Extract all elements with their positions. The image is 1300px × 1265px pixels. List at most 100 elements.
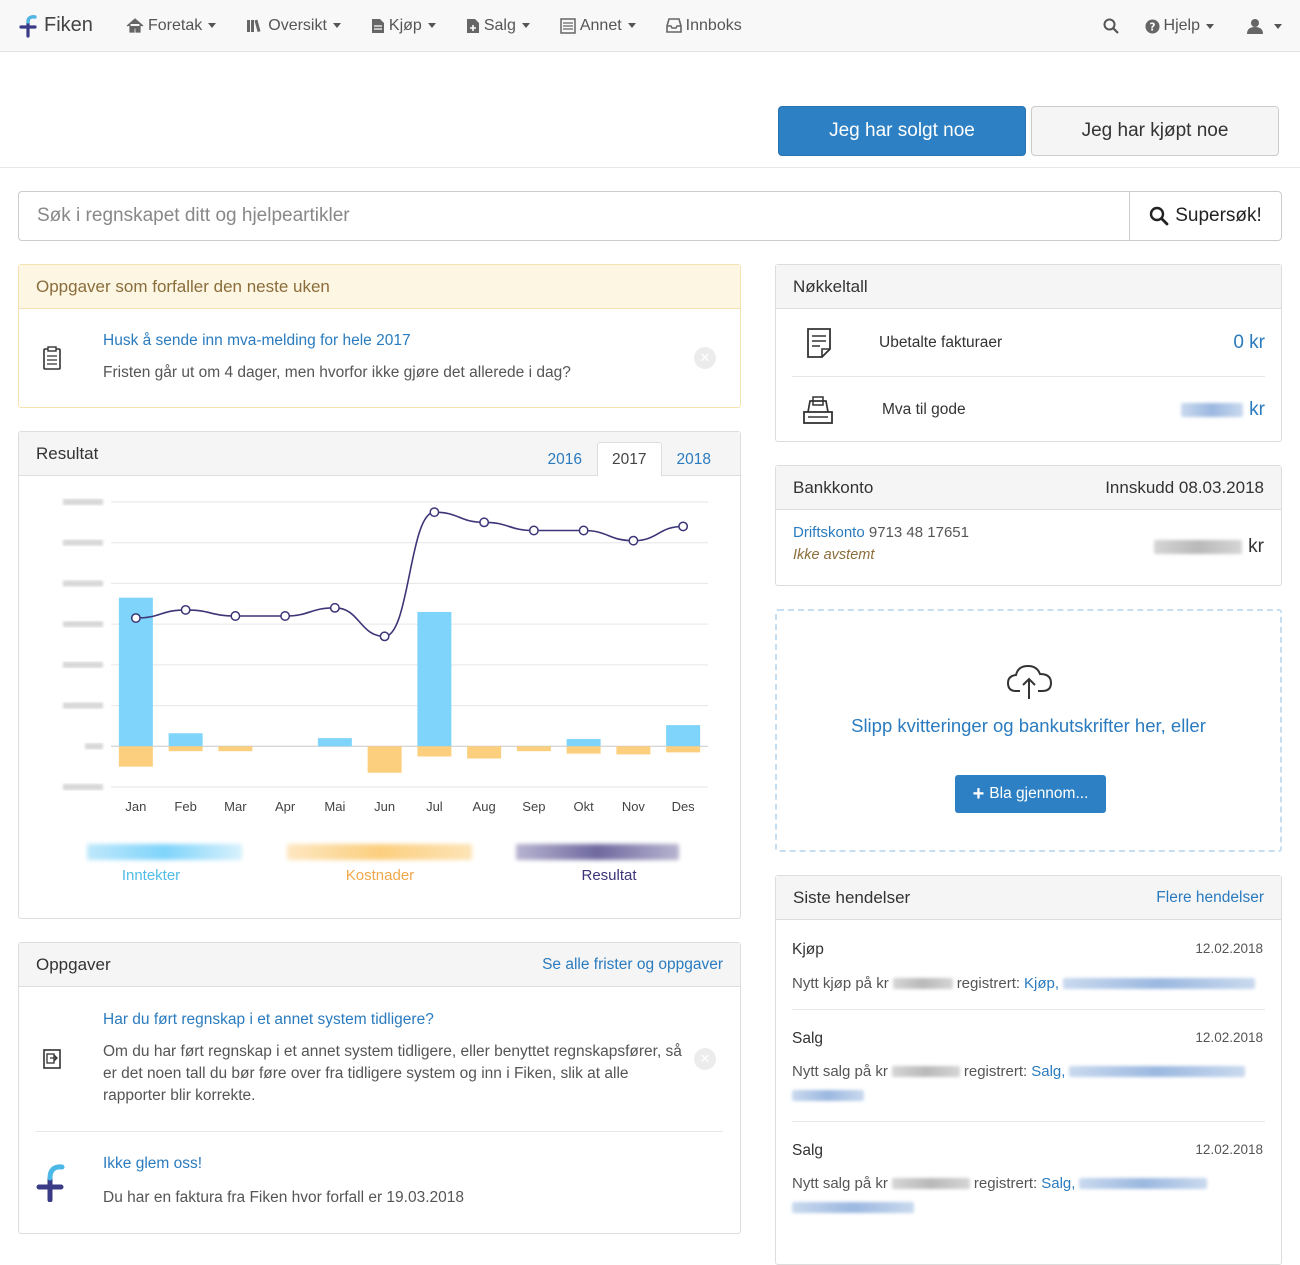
help-menu[interactable]: ? Hjelp [1145,17,1214,35]
result-line [135,511,684,638]
brand-logo[interactable]: Fiken [18,14,118,38]
redacted-amount [892,978,953,989]
x-tick-label: Okt [574,799,595,814]
event-type: Salg [792,1142,824,1159]
cost-bar [566,746,601,754]
plus-icon: + [972,783,985,805]
legend-result-label: Resultat [581,867,637,884]
x-tick-label: Feb [174,799,196,814]
cloud-upload-icon [1006,664,1053,699]
more-events-link[interactable]: Flere hendelser [1156,889,1264,907]
sold-something-button[interactable]: Jeg har solgt noe [778,106,1026,156]
result-point [379,631,390,642]
task-item: Har du ført regnskap i et annet system t… [36,987,723,1132]
vat-row: Mva til gode kr [792,376,1265,443]
home-icon [126,18,144,33]
event-type: Kjøp [792,941,824,958]
nav-label: Oversikt [268,16,327,34]
cost-bar [218,746,253,752]
search-input[interactable] [18,191,1129,241]
nav-kjop[interactable]: Kjøp [371,17,436,35]
y-tick-label [63,661,103,668]
caret-down-icon [332,23,341,28]
result-point [578,525,589,536]
caret-down-icon [427,23,436,28]
x-tick-label: Jun [374,799,395,814]
result-point [130,613,141,623]
receipt-dropzone[interactable]: Slipp kvitteringer og bankutskrifter her… [775,609,1282,852]
dismiss-icon[interactable]: ✕ [694,347,716,369]
books-icon [247,19,261,33]
question-circle-icon: ? [1145,18,1160,34]
tab-2016[interactable]: 2016 [533,442,597,476]
vat-value[interactable]: kr [1181,399,1265,421]
bought-something-button[interactable]: Jeg har kjøpt noe [1031,106,1279,156]
nav-right: ? Hjelp [1103,0,1282,52]
header-band: Jeg har solgt noe Jeg har kjøpt noe [0,52,1300,168]
cost-bar [516,746,551,752]
bank-deposit-label: Innskudd 08.03.2018 [1105,477,1264,497]
legend-result-swatch [516,844,679,860]
redacted-text [1079,1178,1208,1189]
resultat-title: Resultat [36,443,99,463]
result-point [280,611,291,621]
nav-oversikt[interactable]: Oversikt [246,17,341,35]
tab-2018[interactable]: 2018 [662,442,726,476]
unpaid-invoices-row: Ubetalte fakturaer 0 kr [792,309,1265,376]
x-tick-label: Nov [622,799,646,814]
redacted-text [1063,978,1256,989]
event-link[interactable]: Salg, [1031,1063,1065,1080]
event-middle: registrert: [956,975,1021,992]
task-title[interactable]: Ikke glem oss! [103,1155,464,1173]
upcoming-task-text: Fristen går ut om 4 dager, men hvorfor i… [103,364,571,381]
supersearch-button[interactable]: Supersøk! [1129,191,1282,241]
user-menu[interactable] [1246,18,1282,34]
event-middle: registrert: [963,1063,1028,1080]
event-link[interactable]: Kjøp, [1024,975,1059,992]
result-point [479,517,490,528]
result-point [528,525,539,536]
unpaid-invoices-value[interactable]: 0 kr [1233,332,1265,354]
all-deadlines-link[interactable]: Se alle frister og oppgaver [542,956,723,974]
nav-innboks[interactable]: Innboks [665,16,742,35]
event-text: Nytt salg på kr registrert: Salg, [792,1175,1213,1192]
nav-annet[interactable]: Annet [560,17,636,35]
cost-bar [616,746,651,755]
caret-down-icon [1206,23,1214,29]
y-tick-label [63,702,103,709]
browse-button[interactable]: + Bla gjennom... [955,775,1106,813]
caret-down-icon [627,23,636,28]
income-bar [317,738,352,747]
upcoming-task: Husk å sende inn mva-melding for hele 20… [19,309,740,407]
task-text: Du har en faktura fra Fiken hvor forfall… [103,1189,465,1206]
bank-panel: Bankkonto Innskudd 08.03.2018 Driftskont… [775,465,1282,586]
search-icon [1150,206,1169,226]
upcoming-task-title[interactable]: Husk å sende inn mva-melding for hele 20… [103,332,571,350]
tab-2017[interactable]: 2017 [597,442,662,476]
income-bar [566,738,601,747]
x-tick-label: Des [672,799,696,814]
invoice-icon [807,327,831,358]
nav-label: Foretak [148,16,203,34]
result-point [628,535,639,546]
nav-foretak[interactable]: Foretak [126,16,217,35]
search-icon[interactable] [1103,18,1119,34]
fiken-logo-icon [36,1164,65,1202]
account-name-link[interactable]: Driftskonto [793,524,865,541]
x-tick-label: Sep [522,799,545,814]
nav-label: Annet [579,16,622,34]
year-tabs: 2016 2017 2018 [533,442,726,476]
dismiss-icon[interactable]: ✕ [694,1048,716,1070]
task-title[interactable]: Har du ført regnskap i et annet system t… [103,1011,683,1029]
nav-label: Salg [483,16,516,34]
event-link[interactable]: Salg, [1041,1175,1075,1192]
income-bar [666,725,701,747]
nav-salg[interactable]: Salg [466,17,530,35]
bank-account-row: Driftskonto 9713 48 17651 Ikke avstemt k… [776,510,1281,577]
x-tick-label: Mar [224,799,247,814]
caret-down-icon [521,23,530,28]
caret-down-icon [1274,23,1282,29]
cost-bar [666,746,701,753]
nav-label: Innboks [685,16,742,34]
bank-title: Bankkonto [793,477,874,497]
